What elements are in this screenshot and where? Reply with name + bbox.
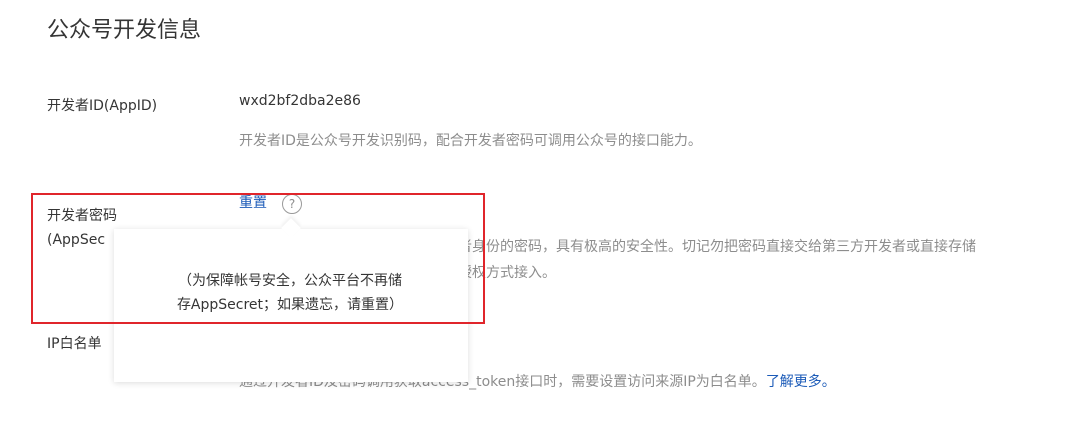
learn-more-link[interactable]: 了解更多。 (766, 374, 836, 390)
appid-description: 开发者ID是公众号开发识别码，配合开发者密码可调用公众号的接口能力。 (239, 133, 702, 149)
tooltip-arrow (281, 218, 301, 238)
page-title: 公众号开发信息 (47, 18, 202, 43)
appsecret-label-line2: (AppSec (47, 232, 106, 248)
appsecret-label-line1: 开发者密码 (47, 208, 117, 224)
appid-mask (376, 97, 416, 109)
tooltip-line2: 存AppSecret；如果遗忘，请重置） (176, 297, 404, 313)
appsecret-description-line2: 授权方式接入。 (458, 265, 556, 281)
reset-tooltip: （为保障帐号安全，公众平台不再储 存AppSecret；如果遗忘，请重置） (114, 218, 468, 382)
tooltip-line1: （为保障帐号安全，公众平台不再储 (178, 273, 402, 289)
appid-label: 开发者ID(AppID) (47, 98, 158, 114)
appsecret-description-line1: 者身份的密码，具有极高的安全性。切记勿把密码直接交给第三方开发者或直接存储 (458, 239, 976, 255)
appid-value: wxd2bf2dba2e86 (239, 93, 361, 109)
tooltip-text: （为保障帐号安全，公众平台不再储 存AppSecret；如果遗忘，请重置） (144, 269, 436, 317)
help-icon[interactable]: ? (282, 194, 302, 214)
reset-link[interactable]: 重置 (239, 193, 267, 213)
ip-whitelist-label: IP白名单 (47, 336, 102, 352)
